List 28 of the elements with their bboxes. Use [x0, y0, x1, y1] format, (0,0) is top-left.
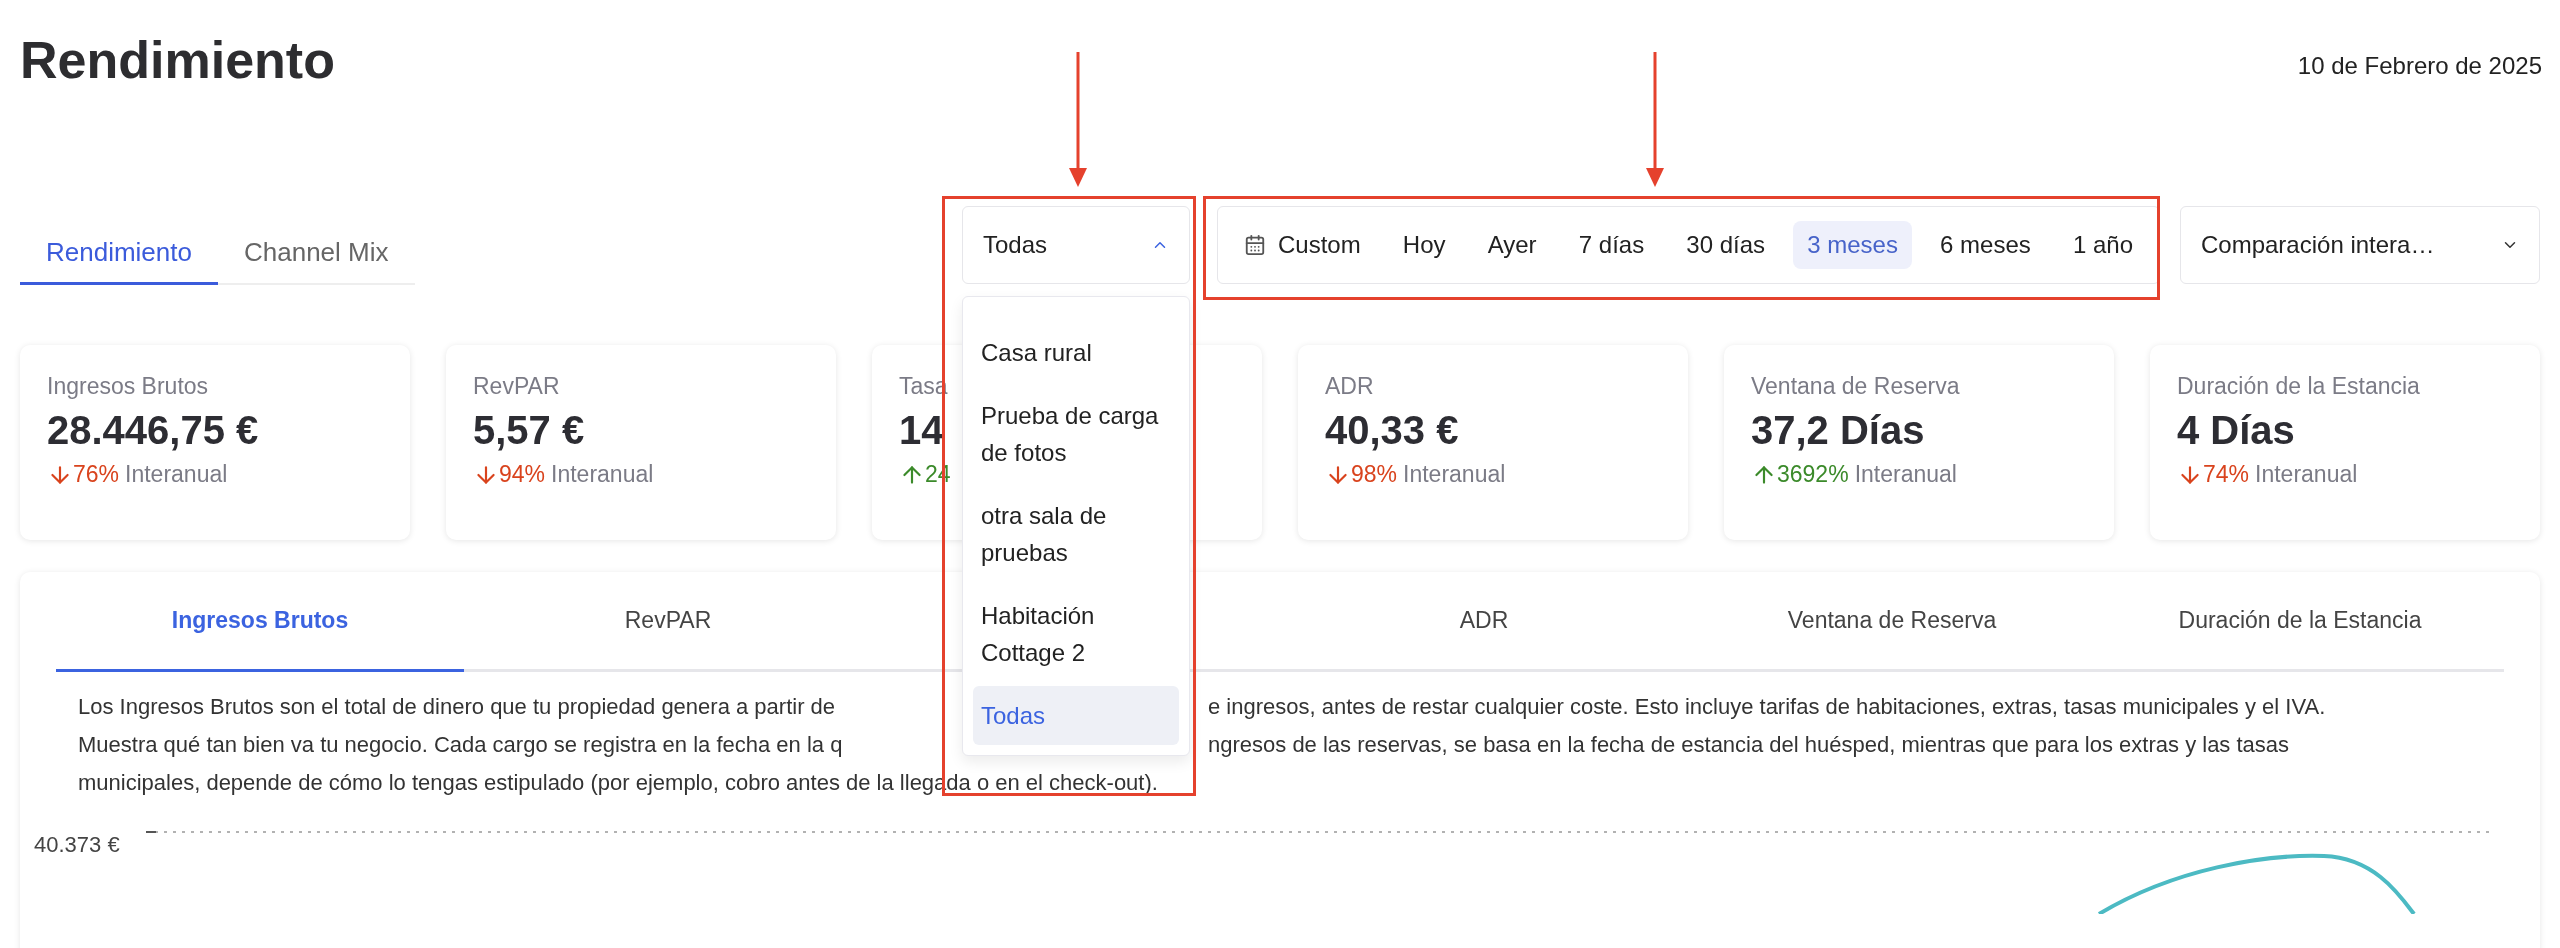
metric-value: 4 Días	[2177, 408, 2295, 453]
page-title: Rendimiento	[20, 30, 335, 90]
metric-value: 5,57 €	[473, 408, 585, 453]
metric-period: Interanual	[125, 461, 228, 488]
metric-period: Interanual	[1403, 461, 1506, 488]
metric-value: 40,33 €	[1325, 408, 1459, 453]
metric-change: 94%	[499, 461, 546, 488]
metric-change: 74%	[2203, 461, 2250, 488]
metric-label: Ventana de Reserva	[1751, 373, 1960, 400]
metric-period: Interanual	[1854, 461, 1957, 488]
date-text: 10 de Febrero de 2025	[2297, 52, 2542, 80]
metric-change: 3692%	[1777, 461, 1849, 488]
metric-label: Duración de la Estancia	[2177, 373, 2420, 400]
description-text: Los Ingresos Brutos son el total de dinero que tu propiedad genera a partir de	[78, 694, 836, 720]
description-text: e ingresos, antes de restar cualquier coste. Esto incluye tarifas de habitaciones, extras, tasas municipales y el IVA.	[1208, 694, 2326, 720]
metric-label: ADR	[1325, 373, 1374, 400]
metric-period: Interanual	[2255, 461, 2358, 488]
description-text: Muestra qué tan bien va tu negocio. Cada cargo se registra en la fecha en la q	[78, 732, 843, 758]
metric-change: 76%	[73, 461, 120, 488]
y-axis-label: 40.373 €	[34, 832, 121, 858]
metric-label: Ingresos Brutos	[47, 373, 209, 400]
metric-value: 14	[899, 408, 944, 453]
metric-period: Interanual	[551, 461, 654, 488]
metric-label: RevPAR	[473, 373, 560, 400]
metric-change: 98%	[1351, 461, 1398, 488]
metric-value: 28.446,75 €	[47, 408, 259, 453]
metric-value: 37,2 Días	[1751, 408, 1925, 453]
description-text: ngresos de las reservas, se basa en la fecha de estancia del huésped, mientras que para los extras y las tasas	[1208, 732, 2290, 758]
